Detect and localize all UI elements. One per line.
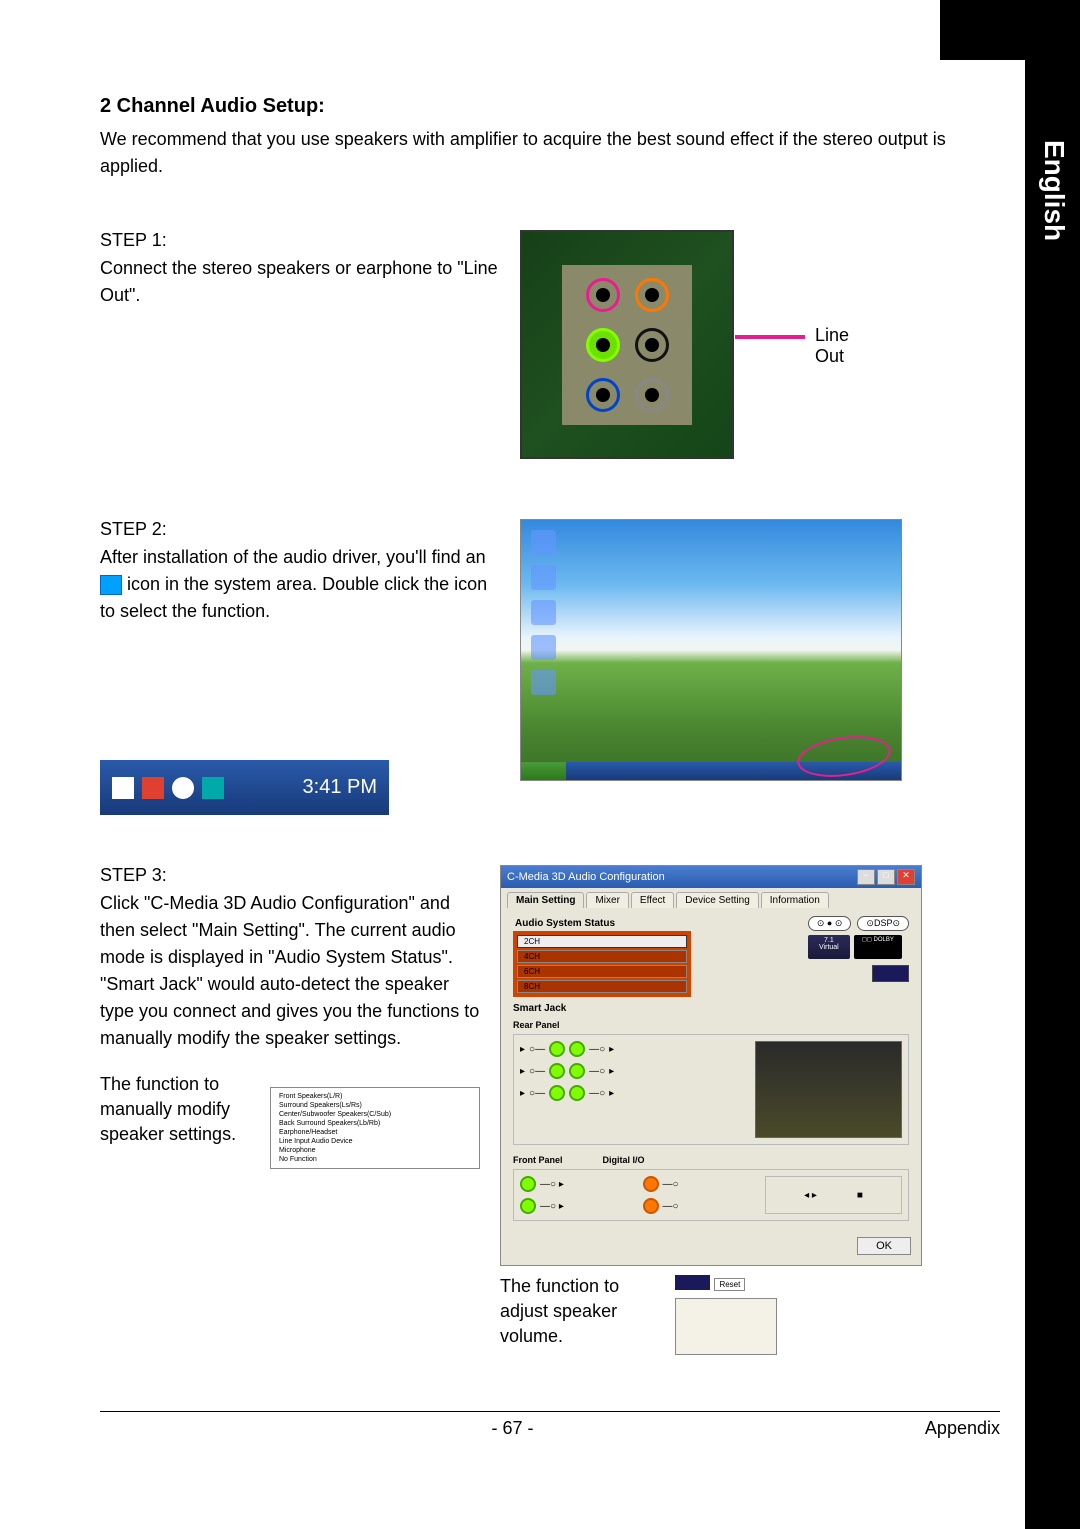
footer-section: Appendix xyxy=(925,1418,1000,1439)
popup-item: Earphone/Headset xyxy=(275,1128,475,1137)
lineout-indicator-line xyxy=(735,335,805,339)
popup-item: Center/Subwoofer Speakers(C/Sub) xyxy=(275,1110,475,1119)
audio-pill[interactable]: ⊙ ● ⊙ xyxy=(808,916,852,931)
close-icon[interactable]: ✕ xyxy=(897,869,915,885)
start-button xyxy=(521,762,566,780)
channel-2ch-button[interactable]: 2CH xyxy=(517,935,687,948)
step1-text: Connect the stereo speakers or earphone … xyxy=(100,255,500,309)
audio-system-status-title: Audio System Status xyxy=(513,916,691,931)
xear-3d-icon xyxy=(112,777,134,799)
systray-time: 3:41 PM xyxy=(303,776,377,799)
page-number: - 67 - xyxy=(491,1418,533,1439)
popup-item: No Function xyxy=(275,1155,475,1164)
popup-item: Line Input Audio Device xyxy=(275,1137,475,1146)
channel-6ch-button[interactable]: 6CH xyxy=(517,965,687,978)
popup-item: Back Surround Speakers(Lb/Rb) xyxy=(275,1119,475,1128)
volume-indicator-icon[interactable] xyxy=(872,965,909,982)
annotation-left: The function to manually modify speaker … xyxy=(100,1072,260,1148)
rear-panel-label: Rear Panel xyxy=(513,1020,909,1030)
audio-panel-image: Line Out xyxy=(520,230,734,459)
volume-mini-panel xyxy=(675,1298,777,1355)
step1-label: STEP 1: xyxy=(100,230,500,251)
popup-item: Microphone xyxy=(275,1146,475,1155)
channel-8ch-button[interactable]: 8CH xyxy=(517,980,687,993)
tab-device-setting[interactable]: Device Setting xyxy=(676,892,758,908)
tab-mixer[interactable]: Mixer xyxy=(586,892,628,908)
desktop-screenshot xyxy=(520,519,902,781)
digital-io-label: Digital I/O xyxy=(603,1155,645,1165)
reset-badge[interactable]: Reset xyxy=(714,1278,745,1291)
popup-item: Front Speakers(L/R) xyxy=(275,1092,475,1101)
front-panel-label: Front Panel xyxy=(513,1155,563,1165)
lineout-label: Line Out xyxy=(815,325,849,367)
popup-item: Surround Speakers(Ls/Rs) xyxy=(275,1101,475,1110)
dolby-badge: ◻◻ DOLBY xyxy=(854,935,902,959)
channel-4ch-button[interactable]: 4CH xyxy=(517,950,687,963)
xear-icon xyxy=(100,575,122,595)
systray-image: 3:41 PM xyxy=(100,760,389,815)
ok-button[interactable]: OK xyxy=(857,1237,911,1255)
step3-text: Click "C-Media 3D Audio Configuration" a… xyxy=(100,890,480,1052)
minimize-icon[interactable]: − xyxy=(857,869,875,885)
side-language-label: English xyxy=(1038,140,1070,241)
volume-icon xyxy=(675,1275,710,1290)
tab-effect[interactable]: Effect xyxy=(631,892,674,908)
intro-text: We recommend that you use speakers with … xyxy=(100,126,980,180)
virtual-71-badge: 7.1Virtual xyxy=(808,935,850,959)
smart-jack-label: Smart Jack xyxy=(513,1003,909,1014)
tab-information[interactable]: Information xyxy=(761,892,829,908)
tabs: Main Setting Mixer Effect Device Setting… xyxy=(501,888,921,908)
annotation-right: The function to adjust speaker volume. xyxy=(500,1274,665,1350)
config-window: C-Media 3D Audio Configuration − □ ✕ Mai… xyxy=(500,865,922,1266)
dsp-pill[interactable]: ⊙DSP⊙ xyxy=(857,916,909,931)
step2-label: STEP 2: xyxy=(100,519,500,540)
speaker-popup: Front Speakers(L/R) Surround Speakers(Ls… xyxy=(270,1087,480,1169)
maximize-icon[interactable]: □ xyxy=(877,869,895,885)
tab-main-setting[interactable]: Main Setting xyxy=(507,892,584,908)
speaker-visualization xyxy=(755,1041,902,1138)
systray-icon xyxy=(202,777,224,799)
step2-text: After installation of the audio driver, … xyxy=(100,544,500,625)
systray-icon xyxy=(142,777,164,799)
step3-label: STEP 3: xyxy=(100,865,480,886)
systray-icon xyxy=(172,777,194,799)
titlebar: C-Media 3D Audio Configuration − □ ✕ xyxy=(501,866,921,888)
page-heading: 2 Channel Audio Setup: xyxy=(100,95,980,118)
